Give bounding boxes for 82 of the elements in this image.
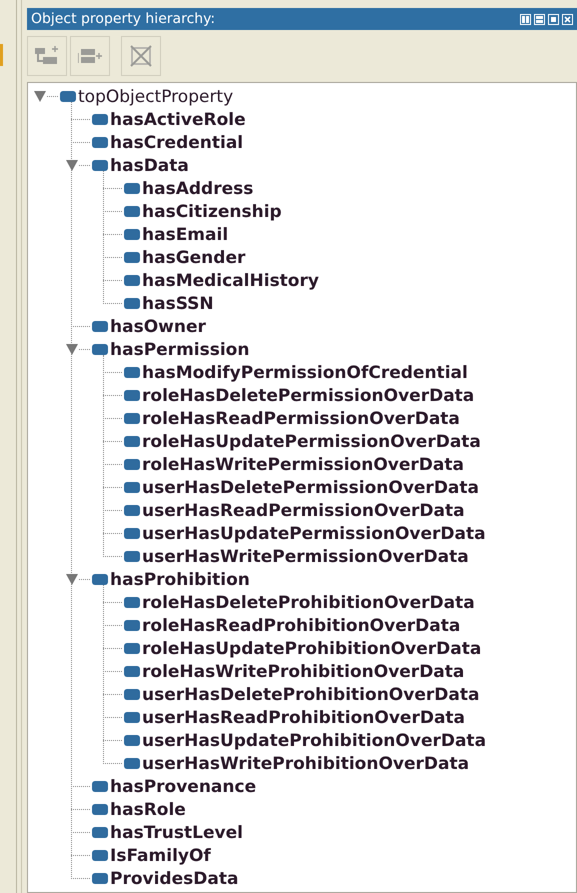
property-label[interactable]: hasMedicalHistory — [142, 270, 319, 290]
property-icon — [124, 252, 140, 263]
property-icon — [124, 528, 140, 539]
property-label[interactable]: hasActiveRole — [110, 110, 246, 130]
property-label[interactable]: hasSSN — [142, 294, 214, 314]
property-icon — [124, 643, 140, 654]
property-label[interactable]: userHasUpdatePermissionOverData — [142, 524, 486, 544]
property-icon — [92, 850, 108, 861]
property-icon — [124, 482, 140, 493]
property-label[interactable]: hasOwner — [110, 316, 206, 336]
expanded-triangle-icon[interactable] — [66, 574, 78, 585]
property-label[interactable]: roleHasUpdateProhibitionOverData — [142, 638, 482, 658]
property-icon — [124, 367, 140, 378]
property-icon — [124, 436, 140, 447]
property-icon — [60, 91, 76, 102]
property-label[interactable]: userHasDeleteProhibitionOverData — [142, 684, 480, 704]
maximize-icon[interactable] — [548, 14, 559, 24]
property-icon — [92, 137, 108, 148]
property-label[interactable]: hasCitizenship — [142, 202, 282, 222]
property-label[interactable]: roleHasDeleteProhibitionOverData — [142, 592, 475, 612]
property-label[interactable]: hasCredential — [110, 132, 244, 152]
property-icon — [124, 597, 140, 608]
property-icon — [124, 275, 140, 286]
property-label[interactable]: roleHasWritePermissionOverData — [142, 454, 464, 474]
close-icon[interactable] — [562, 14, 573, 24]
property-label[interactable]: roleHasDeletePermissionOverData — [142, 386, 474, 406]
property-icon — [124, 183, 140, 194]
property-label[interactable]: hasPermission — [110, 340, 250, 360]
minimize-icon[interactable] — [534, 14, 545, 24]
property-icon — [124, 758, 140, 769]
property-label[interactable]: roleHasReadPermissionOverData — [142, 408, 460, 428]
property-label[interactable]: IsFamilyOf — [110, 846, 211, 866]
delete-icon — [129, 45, 153, 67]
expanded-triangle-icon[interactable] — [66, 344, 78, 355]
property-icon — [124, 390, 140, 401]
property-label[interactable]: userHasWriteProhibitionOverData — [142, 754, 470, 774]
property-label[interactable]: userHasUpdateProhibitionOverData — [142, 730, 486, 750]
property-icon — [124, 666, 140, 677]
property-icon — [92, 804, 108, 815]
property-icon — [124, 735, 140, 746]
property-icon — [124, 229, 140, 240]
split-view-icon[interactable] — [520, 14, 531, 24]
property-icon — [124, 712, 140, 723]
property-icon — [92, 574, 108, 585]
property-label[interactable]: hasRole — [110, 800, 186, 820]
property-icon — [124, 551, 140, 562]
property-label[interactable]: hasTrustLevel — [110, 822, 243, 842]
property-icon — [124, 298, 140, 309]
property-label[interactable]: userHasReadPermissionOverData — [142, 500, 465, 520]
property-icon — [92, 321, 108, 332]
property-icon — [92, 781, 108, 792]
property-label[interactable]: hasGender — [142, 248, 246, 268]
property-icon — [124, 413, 140, 424]
property-icon — [124, 620, 140, 631]
property-icon — [124, 206, 140, 217]
property-icon — [124, 505, 140, 516]
property-label[interactable]: userHasWritePermissionOverData — [142, 546, 469, 566]
panel-title: Object property hierarchy: — [31, 11, 216, 27]
property-label[interactable]: ProvidesData — [110, 868, 238, 888]
property-icon — [92, 827, 108, 838]
property-icon — [124, 689, 140, 700]
property-label[interactable]: hasEmail — [142, 224, 228, 244]
property-label[interactable]: userHasDeletePermissionOverData — [142, 478, 479, 498]
property-label[interactable]: roleHasReadProhibitionOverData — [142, 616, 460, 636]
property-icon — [124, 459, 140, 470]
property-icon — [92, 114, 108, 125]
property-label[interactable]: userHasReadProhibitionOverData — [142, 708, 466, 728]
property-label[interactable]: hasModifyPermissionOfCredential — [142, 362, 468, 382]
add-subproperty-icon — [35, 46, 59, 66]
property-icon — [92, 873, 108, 884]
property-label[interactable]: topObjectProperty — [78, 86, 234, 106]
expanded-triangle-icon[interactable] — [66, 160, 78, 171]
property-label[interactable]: hasProvenance — [110, 776, 256, 796]
property-label[interactable]: hasAddress — [142, 178, 254, 198]
property-icon — [92, 160, 108, 171]
property-label[interactable]: roleHasUpdatePermissionOverData — [142, 432, 481, 452]
property-label[interactable]: hasProhibition — [110, 570, 250, 590]
property-label[interactable]: roleHasWriteProhibitionOverData — [142, 662, 464, 682]
property-icon — [92, 344, 108, 355]
property-label[interactable]: hasData — [110, 156, 189, 176]
expanded-triangle-icon[interactable] — [34, 91, 46, 102]
add-sibling-icon — [78, 46, 102, 66]
